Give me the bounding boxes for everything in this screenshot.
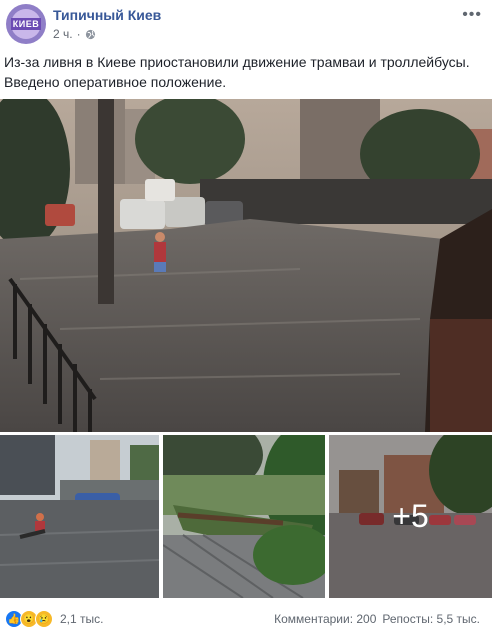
more-photos-overlay[interactable]: +5 [329,435,492,598]
photo-thumbnail-1[interactable] [0,435,159,598]
reactions-summary[interactable]: 👍 😮 😢 2,1 тыс. [5,610,103,628]
meta-separator: · [76,27,81,41]
reaction-count[interactable]: 2,1 тыс. [60,612,103,626]
post-meta: 2 ч. · [53,27,96,41]
post-timestamp[interactable]: 2 ч. [53,27,73,41]
avatar-logo: КИЕВ [10,9,42,39]
photo-thumbnail-3[interactable]: +5 [329,435,492,598]
more-photos-count: +5 [392,498,429,534]
photo-thumbnail-2[interactable] [163,435,325,598]
page-name-link[interactable]: Типичный Киев [53,7,161,23]
post-footer: 👍 😮 😢 2,1 тыс. Комментарии: 200 Репосты:… [0,605,492,635]
sad-reaction-icon: 😢 [35,610,53,628]
post-stats: Комментарии: 200 Репосты: 5,5 тыс. [274,612,480,626]
globe-icon [85,29,95,39]
post-header: КИЕВ Типичный Киев 2 ч. · ••• [0,0,492,50]
shares-count[interactable]: Репосты: 5,5 тыс. [382,612,480,626]
flooded-street-image [0,99,492,432]
post-text: Из-за ливня в Киеве приостановили движен… [4,54,470,90]
main-photo[interactable] [0,99,492,432]
avatar-logo-text: КИЕВ [10,18,42,30]
more-options-icon[interactable]: ••• [462,6,482,24]
comments-count[interactable]: Комментарии: 200 [274,612,376,626]
fallen-tree-image [163,435,325,598]
page-avatar[interactable]: КИЕВ [6,4,46,44]
flooded-underpass-image [0,435,159,598]
